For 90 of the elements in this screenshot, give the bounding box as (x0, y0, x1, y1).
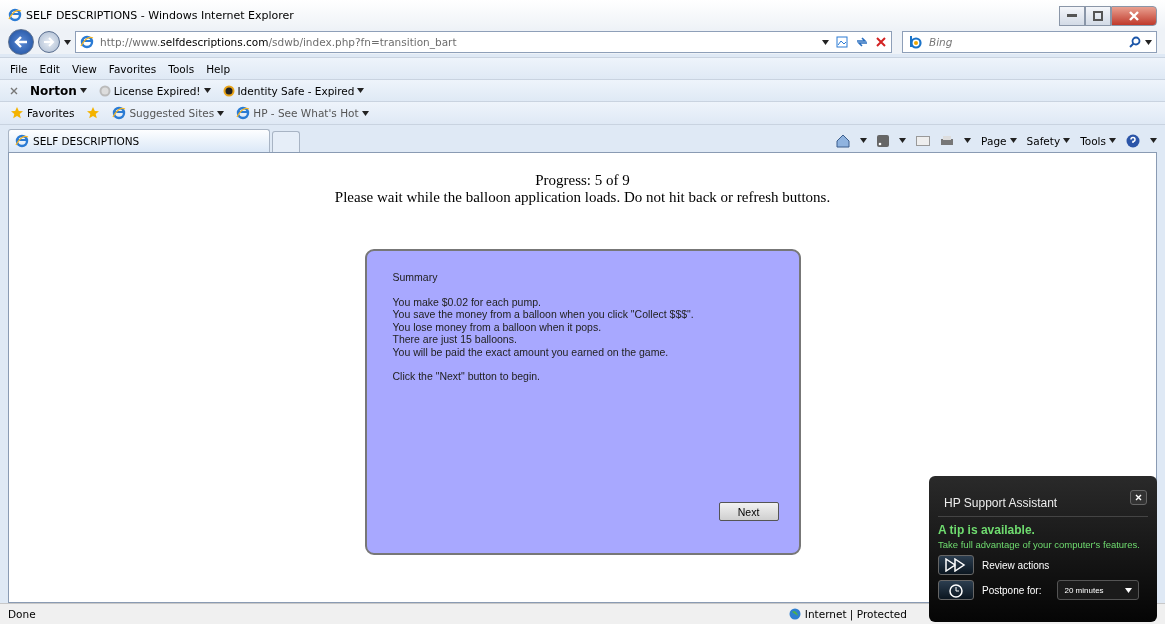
caret-icon[interactable] (203, 88, 211, 93)
question-icon (98, 84, 111, 97)
caret-icon[interactable] (860, 138, 868, 143)
restore-button[interactable] (1085, 6, 1111, 26)
close-toolbar-icon[interactable] (10, 86, 18, 95)
caret-icon[interactable] (357, 88, 365, 93)
search-field[interactable]: Bing (902, 31, 1157, 53)
bing-logo-icon (907, 35, 923, 49)
summary-line: You save the money from a balloon when you click "Collect $$$". (392, 308, 695, 321)
instruction-text: Click the "Next" button to begin. (392, 370, 542, 383)
norton-item[interactable]: Identity Safe - Expired (222, 84, 365, 97)
forward-button[interactable] (38, 31, 60, 53)
loading-notice: Please wait while the balloon application loads. Do not hit back or refresh buttons. (334, 189, 831, 206)
compatibility-icon[interactable] (835, 35, 849, 49)
popup-close-button[interactable] (1130, 490, 1147, 505)
postpone-label: Postpone for: (982, 584, 1042, 596)
star-icon[interactable] (10, 106, 24, 120)
summary-title: Summary (392, 271, 439, 284)
address-field[interactable]: http://www.selfdescriptions.com/sdwb/index.php?fn=transition_bart (75, 31, 892, 53)
caret-icon[interactable] (79, 88, 87, 93)
window-title: SELF DESCRIPTIONS - Windows Internet Explorer (26, 8, 295, 22)
back-button[interactable] (8, 29, 34, 55)
caret-icon[interactable] (1145, 39, 1152, 45)
postpone-select[interactable]: 20 minutes (1057, 580, 1140, 600)
favorites-link[interactable]: Suggested Sites (112, 106, 225, 120)
minimize-icon (1067, 14, 1077, 18)
status-text: Done (8, 608, 37, 620)
security-zone[interactable]: Internet | Protected (788, 608, 907, 620)
close-button[interactable] (1111, 6, 1157, 26)
summary-line: You make $0.02 for each pump. (392, 295, 542, 308)
menu-item[interactable]: Tools (168, 62, 195, 75)
summary-line: You will be paid the exact amount you earned on the game. (392, 345, 670, 358)
summary-line: You lose money from a balloon when it pops. (392, 320, 603, 333)
command-menu[interactable]: Page (981, 134, 1017, 147)
review-label: Review actions (982, 559, 1050, 571)
feed-icon[interactable] (877, 134, 890, 147)
command-menu[interactable]: Safety (1026, 134, 1071, 147)
close-icon (1135, 494, 1142, 501)
browser-tab[interactable]: SELF DESCRIPTIONS (8, 129, 270, 152)
caret-icon[interactable] (64, 39, 71, 45)
star-icon[interactable] (86, 106, 101, 120)
menu-item[interactable]: Help (206, 62, 231, 75)
caret-icon[interactable] (1125, 587, 1133, 593)
caret-icon[interactable] (1109, 138, 1116, 143)
alarm-clock-icon (948, 582, 964, 598)
home-icon[interactable] (836, 133, 851, 148)
tip-heading: A tip is available. (938, 523, 1036, 537)
ie-logo-icon (8, 8, 22, 22)
next-button[interactable]: Next (718, 502, 779, 521)
menu-item[interactable]: Favorites (108, 62, 157, 75)
restore-icon (1093, 11, 1103, 21)
globe-icon (788, 608, 801, 620)
tip-text: Take full advantage of your computer's features. (938, 539, 1140, 550)
review-button[interactable] (938, 555, 974, 575)
caret-icon[interactable] (1009, 138, 1017, 143)
caret-icon[interactable] (217, 110, 225, 116)
menu-item[interactable]: Edit (39, 62, 60, 75)
summary-line: There are just 15 balloons. (392, 333, 518, 346)
command-menu[interactable]: Tools (1080, 134, 1116, 147)
stop-icon[interactable] (875, 36, 887, 48)
search-input[interactable]: Bing (927, 35, 1125, 49)
url-text: http://www.selfdescriptions.com/sdwb/index.php?fn=transition_bart (100, 36, 458, 48)
search-icon[interactable] (1129, 36, 1141, 48)
fast-forward-icon (944, 558, 968, 572)
ie-logo-icon (15, 134, 29, 148)
norton-item[interactable]: License Expired! (98, 84, 211, 97)
menu-item[interactable]: View (71, 62, 97, 75)
forward-arrow-icon (43, 37, 55, 47)
favorites-link[interactable]: HP - See What's Hot (236, 106, 369, 120)
postpone-button[interactable] (938, 580, 974, 600)
caret-icon[interactable] (964, 138, 972, 143)
lock-icon (222, 84, 235, 97)
caret-icon[interactable] (899, 138, 907, 143)
ie-logo-icon (112, 106, 127, 120)
ie-logo-icon (80, 35, 94, 49)
printer-icon[interactable] (940, 134, 955, 147)
back-arrow-icon (14, 36, 28, 48)
ie-logo-icon (236, 106, 251, 120)
favorites-button[interactable]: Favorites (10, 106, 75, 120)
refresh-icon[interactable] (855, 35, 869, 49)
caret-icon[interactable] (1063, 138, 1071, 143)
caret-icon[interactable] (361, 110, 369, 116)
close-icon (1129, 11, 1139, 21)
norton-menu[interactable]: Norton (30, 83, 87, 98)
progress-text: Progress: 5 of 9 (535, 172, 630, 189)
caret-icon[interactable] (1150, 138, 1157, 143)
menu-item[interactable]: File (10, 62, 28, 75)
minimize-button[interactable] (1059, 6, 1085, 26)
help-icon[interactable] (1126, 133, 1140, 148)
caret-icon[interactable] (822, 39, 829, 45)
